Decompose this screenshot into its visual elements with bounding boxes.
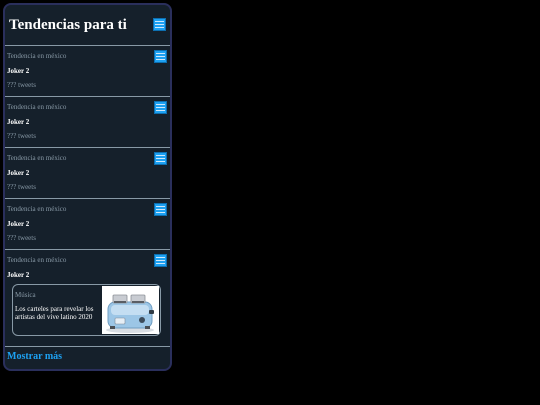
- trend-name: Joker 2: [7, 118, 30, 126]
- trend-context: Tendencia en méxico: [7, 103, 67, 111]
- trend-item[interactable]: Tendencia en méxico Joker 2 ??? tweets: [5, 97, 170, 148]
- trend-context: Tendencia en méxico: [7, 52, 67, 60]
- trend-context: Tendencia en méxico: [7, 205, 67, 213]
- trend-menu-icon[interactable]: [154, 254, 167, 267]
- trend-count: ??? tweets: [7, 183, 36, 191]
- trend-count: ??? tweets: [7, 81, 36, 89]
- trend-name: Joker 2: [7, 220, 30, 228]
- news-card[interactable]: Música Los carteles para revelar los art…: [12, 284, 161, 336]
- trend-name: Joker 2: [7, 67, 30, 75]
- card-category: Música: [15, 291, 36, 299]
- trend-name: Joker 2: [7, 271, 30, 279]
- trend-count: ??? tweets: [7, 234, 36, 242]
- trend-item[interactable]: Tendencia en méxico Joker 2 ??? tweets: [5, 148, 170, 199]
- trend-context: Tendencia en méxico: [7, 256, 67, 264]
- trend-menu-icon[interactable]: [154, 50, 167, 63]
- toaster-icon: [102, 286, 159, 334]
- card-headline: Los carteles para revelar los artistas d…: [15, 305, 94, 321]
- trend-item[interactable]: Tendencia en méxico Joker 2 ??? tweets: [5, 199, 170, 250]
- trend-item[interactable]: Tendencia en méxico Joker 2 ??? tweets: [5, 46, 170, 97]
- settings-menu-icon[interactable]: [153, 18, 166, 31]
- panel-title: Tendencias para ti: [9, 17, 127, 33]
- trend-name: Joker 2: [7, 169, 30, 177]
- trend-count: ??? tweets: [7, 132, 36, 140]
- trend-menu-icon[interactable]: [154, 101, 167, 114]
- show-more-link[interactable]: Mostrar más: [7, 351, 62, 362]
- trend-menu-icon[interactable]: [154, 152, 167, 165]
- trend-context: Tendencia en méxico: [7, 154, 67, 162]
- panel-header: Tendencias para ti: [5, 5, 170, 46]
- trend-item[interactable]: Tendencia en méxico Joker 2 Música Los c…: [5, 250, 170, 347]
- trends-panel: Tendencias para ti Tendencia en méxico J…: [3, 3, 172, 371]
- trend-menu-icon[interactable]: [154, 203, 167, 216]
